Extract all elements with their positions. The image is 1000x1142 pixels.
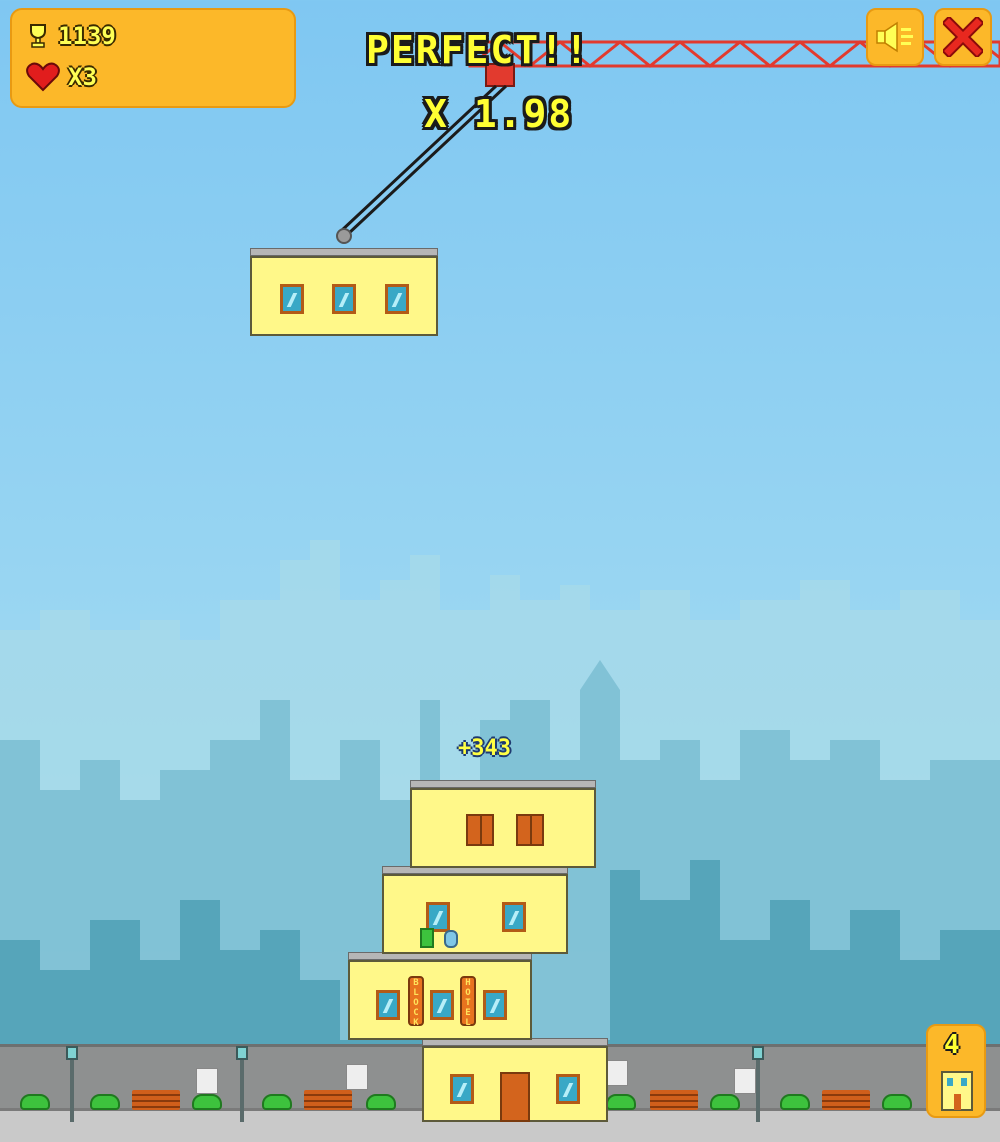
entrance-door-icon [500,1072,530,1122]
window [385,284,409,314]
street-lamp [66,1046,78,1122]
wall-poster [346,1064,368,1090]
park-bench [650,1090,698,1110]
close-x-icon [943,17,983,57]
green-bush [192,1094,222,1110]
trophy-icon [30,24,46,48]
park-bench [132,1090,180,1110]
green-bush [20,1094,50,1110]
lives-value: X3 [68,63,97,91]
window [376,990,400,1020]
close-game-button[interactable] [934,8,992,66]
green-bush [882,1094,912,1110]
block-roof [250,248,438,256]
tower-floor-top [410,780,596,868]
heart-icon [26,62,60,92]
score-panel: 1139 X3 [10,8,296,108]
tower-floor-hotel: BLOCK HOTEL [348,952,532,1040]
window [332,284,356,314]
floor-count: 4 [944,1030,962,1060]
floor-wall: BLOCK HOTEL [348,960,532,1040]
green-bush [90,1094,120,1110]
speaker-icon [876,21,913,53]
floor-roof [410,780,596,788]
green-bush [366,1094,396,1110]
hotel-sign-right: HOTEL [460,976,476,1028]
street-lamp [236,1046,248,1122]
park-bench [822,1090,870,1110]
shuttered-window [516,814,544,846]
multiplier-text: X 1.98 [424,92,574,136]
sound-toggle-button[interactable] [866,8,924,66]
points-popup: +343 [458,736,511,761]
plant-pot-icon [420,928,434,948]
wall-poster [196,1068,218,1094]
floor-counter-panel: 4 [926,1024,986,1118]
shuttered-window [466,814,494,846]
green-bush [710,1094,740,1110]
green-bush [780,1094,810,1110]
green-bush [262,1094,292,1110]
wall-poster [734,1068,756,1094]
vase-icon [444,930,458,948]
window [556,1074,580,1104]
floor-wall [422,1046,608,1122]
window [280,284,304,314]
tower-floor-ground [422,1038,608,1122]
hotel-sign-left: BLOCK [408,976,424,1028]
green-bush [606,1094,636,1110]
wall-poster [606,1060,628,1086]
window [450,1074,474,1104]
hanging-floor-block[interactable] [250,248,438,336]
block-wall [250,256,438,336]
window [502,902,526,932]
perfect-message: PERFECT!! [366,28,590,72]
floor-wall [410,788,596,868]
tower-floor-balcony [382,866,568,954]
window [483,990,507,1020]
floor-wall [382,874,568,954]
park-bench [304,1090,352,1110]
building-icon [941,1071,973,1111]
score-value: 1139 [58,22,116,50]
crane-hook [336,228,352,244]
window [430,990,454,1020]
